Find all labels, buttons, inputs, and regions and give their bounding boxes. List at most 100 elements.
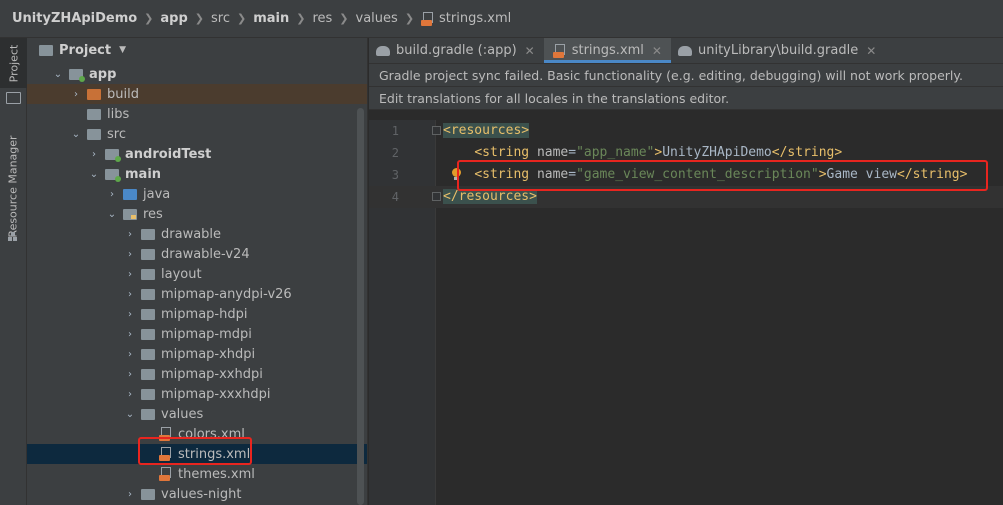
tree-item-main[interactable]: ⌄ main bbox=[27, 164, 367, 184]
folder-icon bbox=[141, 328, 155, 340]
chevron-right-icon[interactable]: › bbox=[105, 189, 119, 200]
project-tool-tab[interactable]: Project bbox=[0, 38, 27, 88]
folder-icon bbox=[141, 488, 155, 500]
tree-item-java[interactable]: › java bbox=[27, 184, 367, 204]
tree-item-themes-xml[interactable]: themes.xml bbox=[27, 464, 367, 484]
chevron-right-icon: ❯ bbox=[296, 12, 306, 25]
chevron-down-icon[interactable]: ⌄ bbox=[87, 169, 101, 180]
tree-item-androidtest[interactable]: › androidTest bbox=[27, 144, 367, 164]
fold-marker-icon[interactable] bbox=[432, 126, 441, 135]
tree-item-mipmap-anydpi-v26[interactable]: › mipmap-anydpi-v26 bbox=[27, 284, 367, 304]
folder-icon bbox=[141, 388, 155, 400]
tree-item-mipmap-xhdpi[interactable]: › mipmap-xhdpi bbox=[27, 344, 367, 364]
source-set-folder-icon bbox=[105, 168, 121, 182]
highlight-annotation-box bbox=[138, 437, 252, 465]
breadcrumb-res[interactable]: res bbox=[312, 11, 332, 26]
chevron-down-icon[interactable]: ⌄ bbox=[105, 209, 119, 220]
breadcrumb-main[interactable]: main bbox=[253, 11, 289, 26]
folder-icon bbox=[141, 248, 155, 260]
tree-item-app[interactable]: ⌄ app bbox=[27, 64, 367, 84]
breadcrumb-values[interactable]: values bbox=[356, 11, 398, 26]
tree-item-layout[interactable]: › layout bbox=[27, 264, 367, 284]
excluded-folder-icon bbox=[87, 88, 101, 100]
gradle-sync-failed-banner: Gradle project sync failed. Basic functi… bbox=[369, 64, 1003, 87]
project-panel-header[interactable]: Project ▼ bbox=[27, 38, 367, 62]
tab-build-gradle-app[interactable]: build.gradle (:app) ✕ bbox=[369, 38, 544, 63]
source-set-folder-icon bbox=[105, 148, 121, 162]
tree-item-drawable[interactable]: › drawable bbox=[27, 224, 367, 244]
tree-item-src[interactable]: ⌄ src bbox=[27, 124, 367, 144]
tree-item-drawable-v24[interactable]: › drawable-v24 bbox=[27, 244, 367, 264]
chevron-right-icon[interactable]: › bbox=[123, 309, 137, 320]
xml-file-icon bbox=[552, 43, 566, 58]
project-panel-title: Project bbox=[59, 42, 112, 58]
highlight-annotation-box bbox=[457, 160, 988, 191]
left-tool-strip: Project Resource Manager bbox=[0, 38, 27, 505]
project-scrollbar[interactable] bbox=[357, 108, 364, 505]
tree-item-values-night[interactable]: › values-night bbox=[27, 484, 367, 504]
chevron-right-icon: ❯ bbox=[144, 12, 154, 25]
folder-icon bbox=[141, 348, 155, 360]
chevron-right-icon[interactable]: › bbox=[123, 349, 137, 360]
tree-item-mipmap-mdpi[interactable]: › mipmap-mdpi bbox=[27, 324, 367, 344]
gradle-elephant-icon bbox=[677, 45, 692, 56]
close-icon[interactable]: ✕ bbox=[652, 44, 662, 58]
resource-folder-icon bbox=[123, 208, 137, 220]
chevron-right-icon[interactable]: › bbox=[123, 329, 137, 340]
chevron-right-icon[interactable]: › bbox=[123, 229, 137, 240]
tree-item-mipmap-xxhdpi[interactable]: › mipmap-xxhdpi bbox=[27, 364, 367, 384]
tree-item-res[interactable]: ⌄ res bbox=[27, 204, 367, 224]
chevron-right-icon[interactable]: › bbox=[87, 149, 101, 160]
code-line[interactable]: 1 <resources> bbox=[369, 120, 1003, 142]
close-icon[interactable]: ✕ bbox=[866, 44, 876, 58]
folder-icon[interactable] bbox=[6, 92, 21, 104]
folder-icon bbox=[141, 308, 155, 320]
breadcrumb-strings-xml[interactable]: strings.xml bbox=[439, 11, 511, 26]
folder-icon bbox=[141, 288, 155, 300]
tree-item-build[interactable]: › build bbox=[27, 84, 367, 104]
module-folder-icon bbox=[69, 68, 85, 82]
chevron-right-icon[interactable]: › bbox=[69, 89, 83, 100]
tree-item-values[interactable]: ⌄ values bbox=[27, 404, 367, 424]
breadcrumb-app[interactable]: app bbox=[160, 11, 187, 26]
gradle-elephant-icon bbox=[376, 45, 390, 56]
fold-marker-icon[interactable] bbox=[432, 192, 441, 201]
tree-item-libs[interactable]: libs bbox=[27, 104, 367, 124]
editor-tabs: build.gradle (:app) ✕ strings.xml ✕ unit… bbox=[369, 38, 1003, 64]
chevron-right-icon: ❯ bbox=[404, 12, 415, 25]
chevron-down-icon[interactable]: ▼ bbox=[119, 45, 126, 55]
translations-editor-banner[interactable]: Edit translations for all locales in the… bbox=[369, 87, 1003, 110]
chevron-right-icon[interactable]: › bbox=[123, 249, 137, 260]
chevron-down-icon[interactable]: ⌄ bbox=[69, 129, 83, 140]
resource-manager-icon[interactable] bbox=[8, 232, 18, 242]
source-folder-icon bbox=[123, 188, 137, 200]
xml-file-icon bbox=[159, 467, 172, 481]
project-folder-icon bbox=[39, 44, 53, 56]
tree-item-mipmap-hdpi[interactable]: › mipmap-hdpi bbox=[27, 304, 367, 324]
folder-icon bbox=[141, 228, 155, 240]
folder-icon bbox=[87, 128, 101, 140]
chevron-right-icon[interactable]: › bbox=[123, 369, 137, 380]
resource-manager-tool-tab[interactable]: Resource Manager bbox=[0, 126, 27, 246]
chevron-right-icon: ❯ bbox=[194, 12, 204, 25]
chevron-right-icon: ❯ bbox=[236, 12, 247, 25]
project-panel: Project ▼ ⌄ app › build libs ⌄ src › and… bbox=[27, 38, 368, 505]
close-icon[interactable]: ✕ bbox=[525, 44, 535, 58]
tab-unitylibrary-build-gradle[interactable]: unityLibrary\build.gradle ✕ bbox=[671, 38, 885, 63]
breadcrumb: UnityZHApiDemo ❯ app ❯ src ❯ main ❯ res … bbox=[0, 0, 1003, 38]
chevron-down-icon[interactable]: ⌄ bbox=[51, 69, 65, 80]
editor-area: build.gradle (:app) ✕ strings.xml ✕ unit… bbox=[369, 38, 1003, 505]
chevron-right-icon[interactable]: › bbox=[123, 269, 137, 280]
xml-file-icon bbox=[421, 11, 434, 26]
chevron-right-icon[interactable]: › bbox=[123, 389, 137, 400]
chevron-right-icon: ❯ bbox=[339, 12, 349, 25]
chevron-right-icon[interactable]: › bbox=[123, 489, 137, 500]
breadcrumb-project[interactable]: UnityZHApiDemo bbox=[12, 11, 137, 26]
breadcrumb-src[interactable]: src bbox=[211, 11, 230, 26]
tab-strings-xml[interactable]: strings.xml ✕ bbox=[543, 38, 671, 63]
chevron-down-icon[interactable]: ⌄ bbox=[123, 409, 137, 420]
tree-item-mipmap-xxxhdpi[interactable]: › mipmap-xxxhdpi bbox=[27, 384, 367, 404]
folder-icon bbox=[141, 408, 155, 420]
chevron-right-icon[interactable]: › bbox=[123, 289, 137, 300]
folder-icon bbox=[141, 368, 155, 380]
